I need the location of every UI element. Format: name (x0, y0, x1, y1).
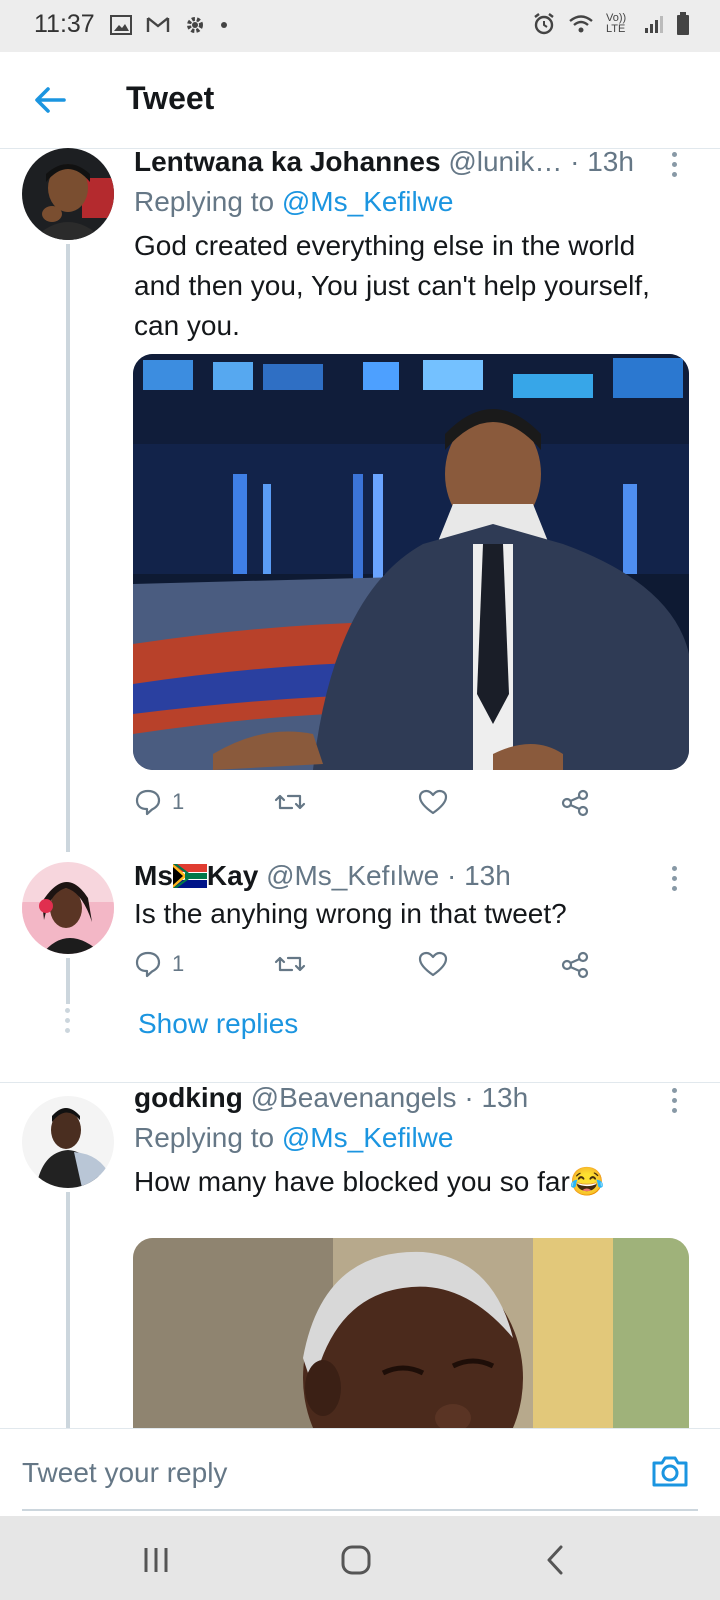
recent-apps-icon[interactable] (136, 1540, 176, 1580)
tweet-time: · 13h (464, 1082, 529, 1113)
show-replies-link[interactable]: Show replies (138, 1008, 298, 1040)
page-title: Tweet (126, 80, 215, 116)
reply-count: 1 (172, 789, 185, 814)
author-name[interactable]: Ms Kay (134, 860, 258, 891)
tweet-text-line: and then you, You just can't help yourse… (134, 270, 650, 301)
author-name[interactable]: godking (134, 1082, 243, 1113)
replying-to-prefix: Replying to (134, 1122, 282, 1153)
tweet-godking[interactable]: godking @Beavenangels · 13h Replying to … (0, 1082, 720, 1458)
gmail-notification-icon (146, 17, 170, 32)
tweet-text: Is the anyhing wrong in that tweet? (134, 898, 567, 929)
retweet-icon (274, 794, 306, 810)
tweet-text-line: God created everything else in the world (134, 230, 636, 261)
avatar-mskay[interactable] (22, 862, 114, 954)
tweet-time: · 13h (446, 860, 511, 891)
author-handle[interactable]: @Ms_Kefılwe (266, 860, 439, 891)
back-nav-icon[interactable] (536, 1540, 576, 1580)
reply-composer: Tweet your reply (0, 1428, 720, 1515)
system-navigation-bar (0, 1516, 720, 1600)
tweet-media-photo[interactable] (133, 1238, 689, 1458)
thread-line (66, 244, 70, 852)
tweet-lentwana[interactable]: Lentwana ka Johannes @lunik… · 13h Reply… (0, 146, 720, 852)
signal-icon (645, 16, 663, 33)
share-icon (561, 789, 589, 817)
like-button[interactable] (418, 950, 448, 978)
reply-icon (135, 789, 161, 816)
volte-lte-label: Vo)) LTE (606, 12, 627, 35)
wifi-icon (569, 15, 593, 33)
tweet-text: God created everything else in the world… (134, 226, 694, 346)
tweet-actions: 1 (134, 950, 614, 990)
avatar-godking[interactable] (22, 1096, 114, 1188)
author-name-part: Kay (206, 860, 259, 891)
more-options-icon[interactable] (672, 152, 680, 182)
camera-icon[interactable] (648, 1449, 692, 1493)
reply-count: 1 (172, 951, 185, 976)
reply-icon (135, 951, 161, 978)
replying-to-mention[interactable]: @Ms_Kefilwe (282, 1122, 454, 1153)
tweet-header: Ms Kay @Ms_Kefılwe · 13h (134, 860, 511, 892)
author-handle[interactable]: @Beavenangels (251, 1082, 457, 1113)
south-africa-flag-icon (172, 864, 207, 888)
reply-button[interactable]: 1 (134, 788, 184, 816)
more-notifications-dot-icon (221, 22, 227, 28)
reply-button[interactable]: 1 (134, 950, 184, 978)
tweet-mskay[interactable]: Ms Kay @Ms_Kefılwe · 13h Is the anyhing w… (0, 860, 720, 1062)
reply-input[interactable]: Tweet your reply (22, 1457, 227, 1489)
thread-line (66, 958, 70, 1004)
replying-to: Replying to @Ms_Kefilwe (134, 186, 453, 218)
share-button[interactable] (560, 950, 590, 980)
alarm-icon (534, 13, 554, 35)
status-bar: 11:37 Vo)) LTE (0, 0, 720, 52)
tweet-header: godking @Beavenangels · 13h (134, 1082, 528, 1114)
tweet-header: Lentwana ka Johannes @lunik… · 13h (134, 146, 634, 178)
gallery-notification-icon (110, 15, 132, 35)
heart-icon (418, 951, 448, 977)
tweet-actions: 1 (134, 788, 614, 828)
tears-of-joy-emoji: 😂 (569, 1166, 605, 1197)
tweet-text: How many have blocked you so far😂 (134, 1162, 694, 1202)
author-name-part: Ms (134, 860, 173, 891)
thread-line (66, 1192, 70, 1428)
retweet-icon (274, 956, 306, 972)
thread-dots (65, 1008, 71, 1033)
tweet-text-line: can you. (134, 310, 240, 341)
more-options-icon[interactable] (672, 1088, 680, 1118)
like-button[interactable] (418, 788, 448, 816)
tweet-media-photo[interactable] (133, 354, 689, 770)
battery-icon (677, 12, 689, 35)
retweet-button[interactable] (274, 788, 306, 816)
replying-to-mention[interactable]: @Ms_Kefilwe (282, 186, 454, 217)
replying-to: Replying to @Ms_Kefilwe (134, 1122, 453, 1154)
tweet-time: · 13h (570, 146, 634, 177)
share-icon (561, 951, 589, 979)
replying-to-prefix: Replying to (134, 186, 282, 217)
retweet-button[interactable] (274, 950, 306, 978)
share-button[interactable] (560, 788, 590, 818)
heart-icon (418, 789, 448, 815)
input-underline (22, 1509, 698, 1511)
settings-notification-icon (187, 17, 203, 33)
author-handle[interactable]: @lunik… (448, 146, 562, 177)
app-bar: Tweet (0, 52, 720, 149)
home-icon[interactable] (336, 1540, 376, 1580)
status-time: 11:37 (34, 10, 95, 38)
author-name[interactable]: Lentwana ka Johannes (134, 146, 441, 177)
avatar-lentwana[interactable] (22, 148, 114, 240)
back-arrow-icon[interactable] (30, 80, 70, 120)
more-options-icon[interactable] (672, 866, 680, 896)
tweet-text-content: How many have blocked you so far (134, 1166, 570, 1197)
